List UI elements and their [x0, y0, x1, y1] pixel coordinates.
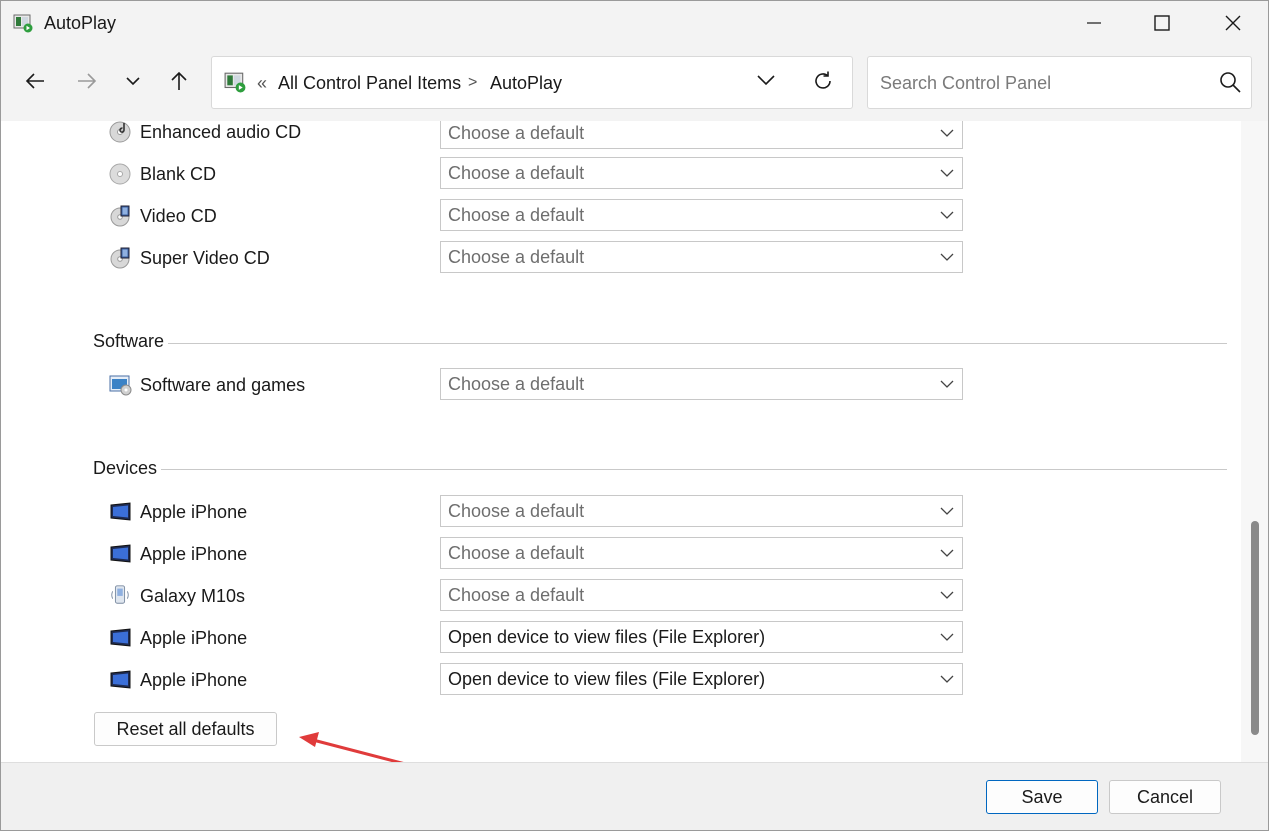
group-heading-software: Software [93, 331, 169, 352]
breadcrumb-item-all-control-panel[interactable]: All Control Panel Items [278, 73, 461, 94]
software-label-software-and-games: Software and games [140, 375, 306, 395]
device-label-apple-iphone-1: Apple iPhone [140, 502, 248, 522]
audio-cd-icon [109, 121, 131, 143]
dropdown-apple-iphone-2[interactable]: Choose a default [440, 537, 963, 569]
chevron-down-icon [940, 129, 954, 137]
maximize-button[interactable] [1127, 1, 1197, 45]
chevron-down-icon [940, 253, 954, 261]
dropdown-value: Open device to view files (File Explorer… [448, 669, 766, 689]
arrow-up-icon [171, 71, 187, 90]
software-icon [109, 375, 132, 396]
breadcrumb-overflow[interactable]: « [257, 73, 267, 94]
chevron-down-icon [940, 380, 954, 388]
forward-button[interactable] [71, 65, 103, 97]
breadcrumb-separator: > [468, 74, 478, 91]
arrow-left-icon [25, 73, 44, 89]
close-button[interactable] [1198, 1, 1268, 45]
search-input[interactable] [878, 69, 1212, 97]
dropdown-super-video-cd[interactable]: Choose a default [440, 241, 963, 273]
dropdown-value: Choose a default [448, 374, 585, 394]
dropdown-value: Open device to view files (File Explorer… [448, 627, 766, 647]
video-cd-icon [110, 205, 130, 227]
blank-cd-icon [109, 163, 131, 185]
chevron-down-icon [940, 549, 954, 557]
dropdown-value: Choose a default [448, 163, 585, 183]
device-label-galaxy-m10s: Galaxy M10s [140, 586, 246, 606]
dropdown-software-and-games[interactable]: Choose a default [440, 368, 963, 400]
device-icon [110, 544, 131, 563]
dropdown-apple-iphone-4[interactable]: Open device to view files (File Explorer… [440, 663, 963, 695]
chevron-down-icon [940, 675, 954, 683]
arrow-right-icon [78, 73, 97, 89]
device-icon [110, 670, 131, 689]
dropdown-value: Choose a default [448, 585, 585, 605]
dropdown-value: Choose a default [448, 205, 585, 225]
dropdown-apple-iphone-1[interactable]: Choose a default [440, 495, 963, 527]
recent-locations-button[interactable] [117, 65, 149, 97]
navigation-bar: « All Control Panel Items > AutoPlay [1, 45, 1268, 121]
dialog-footer: Save Cancel [1, 762, 1268, 830]
refresh-icon [815, 71, 831, 89]
dropdown-value: Choose a default [448, 501, 585, 521]
breadcrumb-item-autoplay[interactable]: AutoPlay [490, 73, 562, 94]
chevron-down-icon [940, 591, 954, 599]
super-video-cd-icon [110, 247, 130, 269]
save-button[interactable]: Save [986, 780, 1098, 814]
chevron-down-icon [940, 211, 954, 219]
close-icon [1225, 15, 1241, 31]
device-icon [110, 502, 131, 521]
up-button[interactable] [163, 65, 195, 97]
media-label-blank-cd: Blank CD [140, 164, 217, 184]
autoplay-window: AutoPlay « All Control Panel Items > Aut… [0, 0, 1269, 831]
dropdown-blank-cd[interactable]: Choose a default [440, 157, 963, 189]
search-icon[interactable] [1219, 71, 1241, 93]
group-divider-software [93, 343, 1227, 344]
title-bar: AutoPlay [1, 1, 1268, 45]
device-label-apple-iphone-2: Apple iPhone [140, 544, 248, 564]
dropdown-value: Choose a default [448, 247, 585, 267]
chevron-down-icon [940, 169, 954, 177]
dropdown-apple-iphone-3[interactable]: Open device to view files (File Explorer… [440, 621, 963, 653]
media-label-enhanced-audio-cd: Enhanced audio CD [140, 122, 302, 142]
chevron-down-icon [126, 77, 140, 86]
reset-all-defaults-button[interactable]: Reset all defaults [94, 712, 277, 746]
dropdown-enhanced-audio-cd[interactable]: Choose a default [440, 121, 963, 149]
chevron-down-icon [940, 633, 954, 641]
back-button[interactable] [19, 65, 51, 97]
control-panel-icon [224, 72, 246, 93]
scrollbar-thumb[interactable] [1251, 521, 1259, 735]
minimize-button[interactable] [1059, 1, 1129, 45]
dropdown-galaxy-m10s[interactable]: Choose a default [440, 579, 963, 611]
device-label-apple-iphone-4: Apple iPhone [140, 670, 248, 690]
cancel-button[interactable]: Cancel [1109, 780, 1221, 814]
autoplay-app-icon [13, 14, 33, 33]
maximize-icon [1154, 15, 1170, 31]
chevron-down-icon [940, 507, 954, 515]
chevron-down-icon [757, 75, 775, 86]
dropdown-video-cd[interactable]: Choose a default [440, 199, 963, 231]
media-label-video-cd: Video CD [140, 206, 217, 226]
phone-icon [111, 585, 129, 604]
dropdown-value: Choose a default [448, 123, 585, 143]
device-label-apple-iphone-3: Apple iPhone [140, 628, 248, 648]
refresh-button[interactable] [812, 70, 836, 94]
dropdown-value: Choose a default [448, 543, 585, 563]
autoplay-settings-panel: Enhanced audio CD Choose a default Blank… [1, 121, 1241, 762]
minimize-icon [1087, 22, 1101, 24]
search-box[interactable] [867, 56, 1252, 109]
media-label-super-video-cd: Super Video CD [140, 248, 270, 268]
address-dropdown-button[interactable] [757, 73, 781, 93]
device-icon [110, 628, 131, 647]
address-bar[interactable]: « All Control Panel Items > AutoPlay [211, 56, 853, 109]
group-divider-devices [93, 469, 1227, 470]
group-heading-devices: Devices [93, 458, 162, 479]
window-title: AutoPlay [44, 13, 117, 33]
